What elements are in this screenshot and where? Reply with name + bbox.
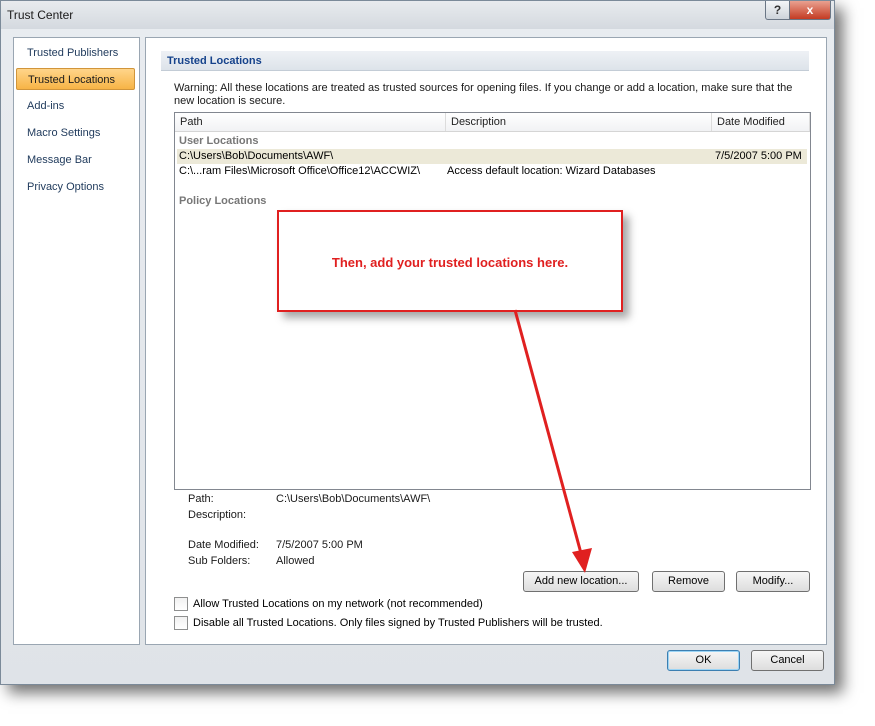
table-row[interactable]: C:\...ram Files\Microsoft Office\Office1…	[177, 164, 807, 179]
table-row[interactable]: C:\Users\Bob\Documents\AWF\ 7/5/2007 5:0…	[177, 149, 807, 164]
sidebar-item-add-ins[interactable]: Add-ins	[16, 95, 135, 117]
group-policy-locations: Policy Locations	[179, 195, 267, 207]
close-icon[interactable]: x	[789, 1, 831, 20]
add-new-location-button[interactable]: Add new location...	[523, 571, 639, 592]
trust-center-dialog: Trust Center ? x Trusted Publishers Trus…	[0, 0, 835, 685]
allow-network-label[interactable]: Allow Trusted Locations on my network (n…	[193, 597, 483, 611]
row-path: C:\...ram Files\Microsoft Office\Office1…	[179, 165, 421, 177]
sub-folders-value: Allowed	[276, 555, 315, 567]
sidebar-item-message-bar[interactable]: Message Bar	[16, 149, 135, 171]
disable-all-checkbox[interactable]	[174, 616, 188, 630]
annotation-text: Then, add your trusted locations here.	[331, 255, 569, 270]
path-label: Path:	[188, 493, 214, 505]
section-title: Trusted Locations	[161, 51, 809, 71]
list-header: Path Description Date Modified	[175, 113, 810, 132]
warning-text: Warning: All these locations are treated…	[174, 82, 793, 107]
sidebar-item-trusted-publishers[interactable]: Trusted Publishers	[16, 42, 135, 64]
ok-button[interactable]: OK	[667, 650, 740, 671]
path-value: C:\Users\Bob\Documents\AWF\	[276, 493, 431, 505]
main-panel: Trusted Locations Warning: All these loc…	[145, 37, 827, 645]
row-date: 7/5/2007 5:00 PM	[715, 150, 802, 162]
title-bar[interactable]: Trust Center ? x	[1, 1, 834, 29]
row-description: Access default location: Wizard Database…	[447, 165, 656, 177]
disable-all-label[interactable]: Disable all Trusted Locations. Only file…	[193, 616, 603, 630]
group-user-locations: User Locations	[179, 135, 259, 147]
date-modified-label: Date Modified:	[188, 539, 259, 551]
description-label: Description:	[188, 509, 247, 521]
column-header-path[interactable]: Path	[175, 113, 446, 131]
modify-button[interactable]: Modify...	[736, 571, 810, 592]
row-path: C:\Users\Bob\Documents\AWF\	[179, 150, 334, 162]
cancel-button[interactable]: Cancel	[751, 650, 824, 671]
column-header-date-modified[interactable]: Date Modified	[712, 113, 810, 131]
annotation-callout: Then, add your trusted locations here.	[277, 210, 623, 312]
sidebar-item-trusted-locations[interactable]: Trusted Locations	[16, 68, 135, 90]
help-icon[interactable]: ?	[765, 1, 790, 20]
column-header-description[interactable]: Description	[446, 113, 712, 131]
allow-network-checkbox[interactable]	[174, 597, 188, 611]
sidebar-item-macro-settings[interactable]: Macro Settings	[16, 122, 135, 144]
sub-folders-label: Sub Folders:	[188, 555, 251, 567]
date-modified-value: 7/5/2007 5:00 PM	[276, 539, 363, 551]
window-title: Trust Center	[7, 8, 74, 22]
remove-button[interactable]: Remove	[652, 571, 725, 592]
sidebar-item-privacy-options[interactable]: Privacy Options	[16, 176, 135, 198]
sidebar: Trusted Publishers Trusted Locations Add…	[13, 37, 140, 645]
